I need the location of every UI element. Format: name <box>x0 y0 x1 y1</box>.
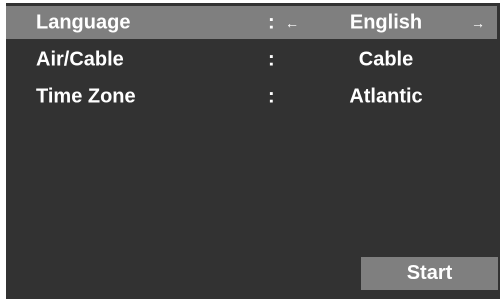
setting-separator: : <box>268 85 275 107</box>
setting-value-time-zone: Atlantic <box>349 85 423 107</box>
setting-value-air-cable: Cable <box>358 48 414 70</box>
start-button[interactable]: Start <box>361 257 498 290</box>
setting-value-language: English <box>349 11 423 33</box>
setting-separator: : <box>268 11 275 33</box>
setting-label-air-cable: Air/Cable <box>36 48 124 70</box>
setting-row-time-zone[interactable]: Time Zone : Atlantic <box>6 80 497 113</box>
right-arrow-icon[interactable]: → <box>471 15 485 31</box>
setting-row-air-cable[interactable]: Air/Cable : Cable <box>6 43 497 76</box>
setting-separator: : <box>268 48 275 70</box>
setting-label-language: Language <box>36 11 131 33</box>
setting-row-language[interactable]: Language : ← English → <box>6 6 497 39</box>
setting-label-time-zone: Time Zone <box>36 85 136 107</box>
left-arrow-icon[interactable]: ← <box>285 15 299 31</box>
